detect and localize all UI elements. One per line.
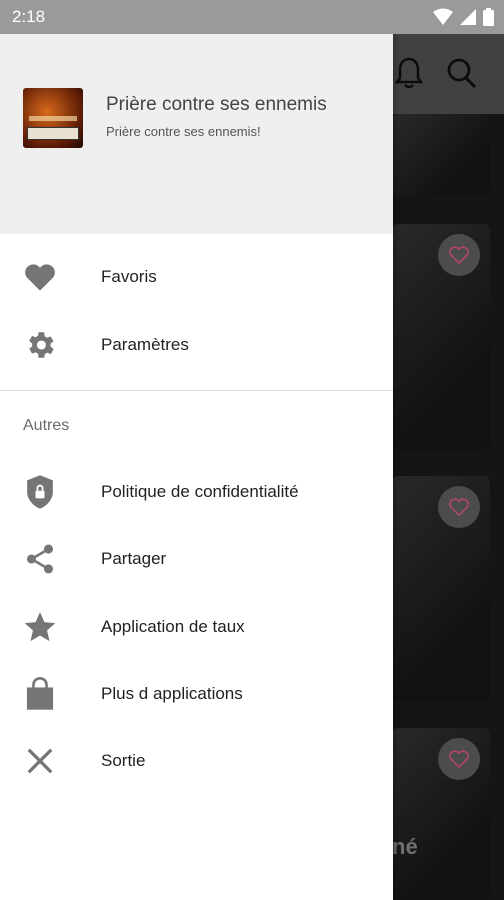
menu-item-more-apps[interactable]: Plus d applications xyxy=(0,664,393,724)
battery-icon xyxy=(483,8,494,26)
menu-item-label: Sortie xyxy=(101,751,146,770)
menu-item-rate-app[interactable]: Application de taux xyxy=(0,597,393,657)
menu-item-label: Plus d applications xyxy=(101,684,243,703)
menu-item-privacy-policy[interactable]: Politique de confidentialité xyxy=(0,462,393,522)
shopping-bag-icon xyxy=(22,676,58,712)
menu-item-parametres[interactable]: Paramètres xyxy=(0,315,393,375)
status-icons xyxy=(433,8,494,26)
app-logo xyxy=(23,88,83,148)
menu-item-share[interactable]: Partager xyxy=(0,529,393,589)
shield-lock-icon xyxy=(22,474,58,510)
signal-icon xyxy=(460,9,476,25)
wifi-icon xyxy=(433,8,453,25)
star-icon xyxy=(22,609,58,645)
heart-icon xyxy=(22,259,58,295)
drawer-header: Prière contre ses ennemis Prière contre … xyxy=(0,34,393,234)
status-time: 2:18 xyxy=(12,7,46,26)
navigation-drawer: Prière contre ses ennemis Prière contre … xyxy=(0,34,393,900)
app-title: Prière contre ses ennemis xyxy=(106,94,327,115)
status-bar: 2:18 xyxy=(0,0,504,34)
share-icon xyxy=(22,541,58,577)
menu-item-label: Favoris xyxy=(101,267,157,286)
menu-item-label: Paramètres xyxy=(101,335,189,354)
menu-item-label: Application de taux xyxy=(101,617,245,636)
app-subtitle: Prière contre ses ennemis! xyxy=(106,124,261,139)
gear-icon xyxy=(22,327,58,363)
drawer-divider xyxy=(0,390,393,391)
menu-item-favoris[interactable]: Favoris xyxy=(0,247,393,307)
menu-item-label: Politique de confidentialité xyxy=(101,482,299,501)
close-icon xyxy=(22,743,58,779)
menu-item-exit[interactable]: Sortie xyxy=(0,731,393,791)
section-label-autres: Autres xyxy=(23,417,70,434)
menu-item-label: Partager xyxy=(101,549,167,568)
